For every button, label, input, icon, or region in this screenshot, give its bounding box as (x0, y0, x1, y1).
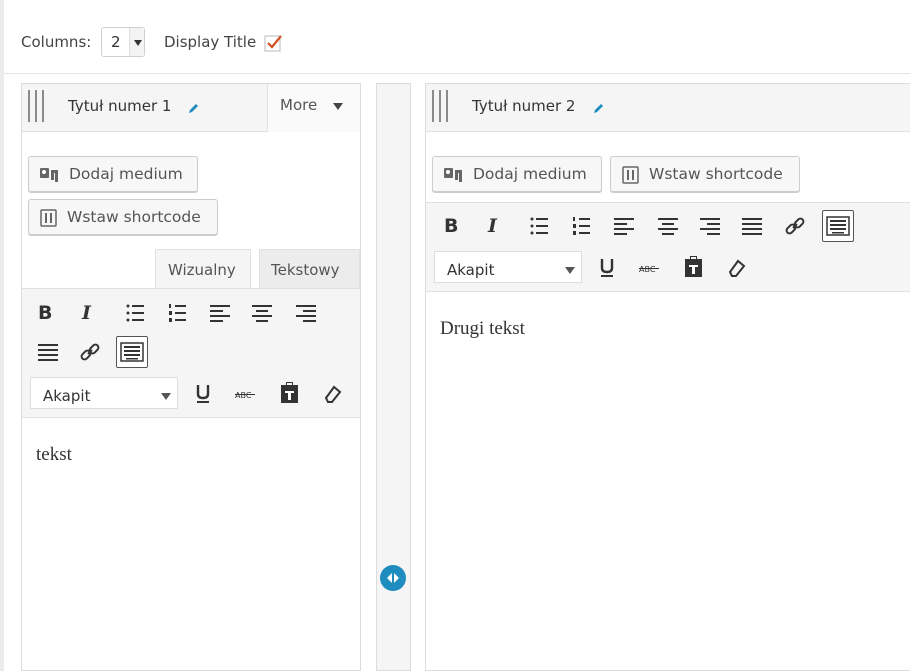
chevron-down-icon (161, 393, 171, 400)
settings-divider (4, 73, 910, 74)
italic-icon[interactable]: I (488, 215, 512, 239)
resize-handle-icon[interactable] (380, 565, 406, 591)
pencil-icon[interactable] (188, 99, 200, 113)
drag-handle-icon[interactable] (28, 90, 44, 122)
insert-shortcode-button[interactable]: Wstaw shortcode (610, 156, 800, 192)
align-center-icon[interactable] (250, 301, 274, 325)
keyboard-icon[interactable] (822, 210, 854, 242)
right-panel-title: Tytuł numer 2 (472, 97, 576, 115)
drag-handle-icon[interactable] (432, 90, 448, 122)
pencil-icon[interactable] (593, 99, 605, 113)
left-editor-content[interactable]: tekst (36, 444, 72, 466)
numbered-list-icon[interactable] (570, 214, 594, 238)
tab-visual[interactable]: Wizualny (155, 249, 251, 288)
shortcode-icon (39, 208, 59, 228)
chevron-down-icon (565, 267, 575, 274)
bold-icon[interactable]: B (444, 215, 468, 239)
paste-text-icon[interactable] (682, 255, 706, 279)
numbered-list-icon[interactable] (166, 301, 190, 325)
paste-text-icon[interactable] (278, 381, 302, 405)
right-editor-content[interactable]: Drugi tekst (440, 318, 525, 340)
strikethrough-icon[interactable]: ABC (638, 256, 662, 280)
format-select-value: Akapit (43, 387, 91, 405)
bullet-list-icon[interactable] (528, 214, 552, 238)
align-left-icon[interactable] (612, 214, 636, 238)
svg-text:ABC: ABC (639, 265, 656, 274)
insert-shortcode-label: Wstaw shortcode (67, 208, 201, 226)
add-media-button[interactable]: Dodaj medium (432, 156, 602, 192)
italic-icon[interactable]: I (82, 302, 106, 326)
link-icon[interactable] (78, 340, 102, 364)
columns-value: 2 (111, 33, 121, 51)
media-icon (39, 165, 59, 185)
display-title-checkbox[interactable] (264, 33, 284, 53)
tab-visual-label: Wizualny (168, 261, 236, 279)
add-media-button[interactable]: Dodaj medium (28, 156, 198, 192)
align-center-icon[interactable] (656, 214, 680, 238)
tab-text-label: Tekstowy (271, 261, 340, 279)
link-icon[interactable] (783, 214, 807, 238)
tab-text[interactable]: Tekstowy (259, 249, 360, 288)
left-panel-title: Tytuł numer 1 (68, 97, 172, 115)
align-right-icon[interactable] (698, 214, 722, 238)
keyboard-icon[interactable] (116, 336, 148, 368)
format-select[interactable]: Akapit (434, 251, 582, 283)
underline-icon[interactable] (596, 256, 620, 280)
add-media-label: Dodaj medium (473, 165, 587, 183)
columns-select[interactable]: 2 (101, 27, 145, 57)
media-icon (443, 165, 463, 185)
align-justify-icon[interactable] (740, 214, 764, 238)
align-right-icon[interactable] (294, 301, 318, 325)
triangle-down-icon (333, 103, 343, 110)
underline-icon[interactable] (192, 382, 216, 406)
strikethrough-icon[interactable]: ABC (234, 382, 258, 406)
chevron-down-icon (134, 40, 142, 46)
format-select[interactable]: Akapit (30, 377, 178, 409)
align-left-icon[interactable] (208, 301, 232, 325)
more-label: More (280, 96, 318, 114)
format-select-value: Akapit (447, 261, 495, 279)
clear-formatting-icon[interactable] (724, 256, 748, 280)
bold-icon[interactable]: B (38, 302, 62, 326)
display-title-label: Display Title (164, 33, 257, 51)
left-border (0, 0, 4, 671)
insert-shortcode-label: Wstaw shortcode (649, 165, 783, 183)
clear-formatting-icon[interactable] (320, 382, 344, 406)
svg-text:ABC: ABC (235, 391, 252, 400)
shortcode-icon (621, 165, 641, 185)
insert-shortcode-button[interactable]: Wstaw shortcode (28, 199, 218, 235)
align-justify-icon[interactable] (36, 340, 60, 364)
add-media-label: Dodaj medium (69, 165, 183, 183)
bullet-list-icon[interactable] (124, 301, 148, 325)
more-button[interactable]: More (267, 84, 360, 132)
columns-label: Columns: (21, 33, 92, 51)
